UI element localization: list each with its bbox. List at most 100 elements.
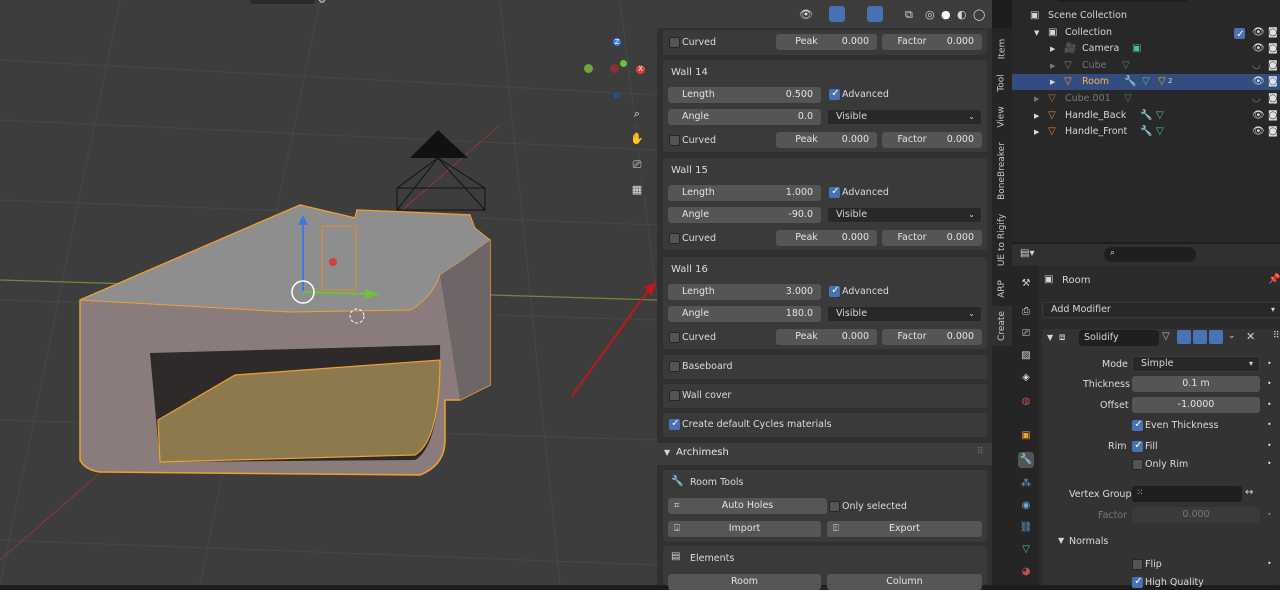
keyframe-dot-icon[interactable]: • [1267,510,1272,519]
expand-arrow-icon[interactable]: ▶ [1034,91,1039,107]
archimesh-panel-header[interactable]: ▼ Archimesh ⠿ [657,443,992,465]
scene-tab-icon[interactable]: ◈ [1018,370,1034,386]
factor-field[interactable]: Factor 0.000 [882,34,982,50]
modifier-tab-icon[interactable]: 🔧 [1018,452,1034,468]
editor-type-icon[interactable]: ▤▾ [1020,248,1034,259]
keyframe-dot-icon[interactable]: • [1267,559,1272,568]
expand-arrow-icon[interactable]: ▼ [1034,25,1039,41]
advanced-checkbox[interactable] [829,186,841,198]
rendered-shading-icon[interactable]: ◯ [973,8,985,21]
mode-dropdown[interactable]: Simple ▾ [1132,356,1260,372]
physics-tab-icon[interactable]: ◉ [1018,498,1034,514]
view-layer-tab-icon[interactable]: ▨ [1018,348,1034,364]
modifier-name-input[interactable]: Solidify [1079,330,1159,346]
header-icon[interactable]: ⚙ [318,0,326,6]
vertex-group-icon[interactable]: ▽ [1162,331,1170,342]
outliner-row-handle-back[interactable]: ▶ ▽ Handle_Back 🔧 ▽ 👁 ◙ [1012,108,1280,124]
close-icon[interactable]: ✕ [1246,330,1255,343]
outliner-search-field[interactable] [1057,0,1187,2]
tab-bonebreaker[interactable]: BoneBreaker [992,138,1012,204]
gizmo-y-negative[interactable] [584,64,593,73]
length-field[interactable]: Length 1.000 [668,185,821,201]
outliner-row-room[interactable]: ▶ ▽ Room 🔧 ▽ ▽ 2 👁 ◙ [1012,74,1280,90]
only-selected-checkbox[interactable] [829,501,840,512]
visibility-icon[interactable]: 👁 [799,8,813,21]
high-quality-checkbox[interactable] [1132,576,1144,588]
visible-dropdown[interactable]: Visible ⌄ [827,306,982,322]
camera-render-icon[interactable]: ◙ [1268,124,1278,140]
chevron-down-icon[interactable]: ⌄ [1228,331,1236,341]
even-thickness-checkbox[interactable] [1132,419,1144,431]
outliner-row-cube-001[interactable]: ▶ ▽ Cube.001 ▽ ◡ ◙ [1012,91,1280,107]
import-button[interactable]: ⍗ Import [668,521,821,537]
camera-render-icon[interactable]: ◙ [1268,58,1278,74]
expand-arrow-icon[interactable]: ▶ [1050,58,1055,74]
curved-checkbox[interactable] [669,233,680,244]
outliner-row-camera[interactable]: ▶ 🎥 Camera ▣ 👁 ◙ [1012,41,1280,57]
zoom-icon[interactable]: ⌕ [627,104,647,124]
baseboard-checkbox[interactable] [669,361,680,372]
vertex-group-field[interactable]: ⁙ [1132,486,1242,502]
expand-arrow-icon[interactable]: ▶ [1050,41,1055,57]
eye-icon[interactable]: 👁 [1252,41,1265,57]
render-tab-icon[interactable]: ⎙ [1018,304,1034,320]
data-tab-icon[interactable]: ▽ [1018,542,1034,558]
outliner-row-handle-front[interactable]: ▶ ▽ Handle_Front 🔧 ▽ 👁 ◙ [1012,124,1280,140]
overlay-toggle-icon[interactable] [867,6,883,22]
angle-field[interactable]: Angle 180.0 [668,306,821,322]
keyframe-dot-icon[interactable]: • [1267,359,1272,368]
constraints-tab-icon[interactable]: ⛓ [1018,520,1034,536]
expand-arrow-icon[interactable]: ▶ [1050,74,1055,90]
tab-tool[interactable]: Tool [992,68,1012,98]
advanced-checkbox[interactable] [829,285,841,297]
wireframe-shading-icon[interactable]: ◎ [925,8,935,21]
gizmo-toggle-icon[interactable] [829,6,845,22]
eye-closed-icon[interactable]: ◡ [1252,58,1261,74]
outliner-row-cube[interactable]: ▶ ▽ Cube ▽ ◡ ◙ [1012,58,1280,74]
invert-icon[interactable]: ↔ [1245,487,1253,498]
eye-icon[interactable]: 👁 [1252,25,1265,41]
cycles-checkbox[interactable] [669,418,681,430]
tool-tab-icon[interactable]: ⚒ [1018,276,1034,292]
gizmo-x-axis[interactable]: X [636,65,645,74]
curved-checkbox[interactable] [669,332,680,343]
edit-mode-toggle-icon[interactable] [1177,330,1191,344]
viewport-toggle-icon[interactable] [1193,330,1207,344]
wall-cover-checkbox[interactable] [669,390,680,401]
hand-pan-icon[interactable]: ✋ [627,129,647,149]
gizmo-x-negative[interactable] [610,64,619,73]
factor-field[interactable]: Factor 0.000 [882,329,982,345]
tab-create[interactable]: Create [992,306,1012,346]
factor-field[interactable]: Factor 0.000 [882,230,982,246]
collection-exclude-checkbox[interactable] [1234,27,1246,43]
expand-arrow-icon[interactable]: ▶ [1034,124,1039,140]
length-field[interactable]: Length 0.500 [668,87,821,103]
render-toggle-icon[interactable] [1209,330,1223,344]
eye-icon[interactable]: 👁 [1252,124,1265,140]
length-field[interactable]: Length 3.000 [668,284,821,300]
grid-perspective-icon[interactable]: ▦ [627,180,647,200]
keyframe-dot-icon[interactable]: • [1267,400,1272,409]
world-tab-icon[interactable]: ◍ [1018,394,1034,410]
outliner-row-scene-collection[interactable]: ▣ Scene Collection [1012,8,1280,24]
drag-handle-icon[interactable]: ⠿ [977,447,984,457]
visible-dropdown[interactable]: Visible ⌄ [827,109,982,125]
collapse-arrow-icon[interactable]: ▼ [1047,333,1053,342]
header-field[interactable] [250,0,315,4]
expand-arrow-icon[interactable]: ▶ [1034,108,1039,124]
material-shading-icon[interactable]: ◐ [957,8,967,21]
offset-field[interactable]: -1.0000 [1132,397,1260,413]
flip-checkbox[interactable] [1132,559,1143,570]
outliner-row-collection[interactable]: ▼ ▣ Collection 👁 ◙ [1012,25,1280,43]
advanced-checkbox[interactable] [829,88,841,100]
eye-closed-icon[interactable]: ◡ [1252,91,1261,107]
eye-icon[interactable]: 👁 [1252,108,1265,124]
properties-search-input[interactable]: ⌕ [1104,247,1196,262]
keyframe-dot-icon[interactable]: • [1267,420,1272,429]
camera-render-icon[interactable]: ◙ [1268,91,1278,107]
collapse-arrow-icon[interactable]: ▼ [1058,536,1064,545]
export-button[interactable]: ⍐ Export [827,521,982,537]
output-tab-icon[interactable]: ⎚ [1018,326,1034,342]
angle-field[interactable]: Angle -90.0 [668,207,821,223]
tab-ue-to-rigify[interactable]: UE to Rigify [992,208,1012,272]
